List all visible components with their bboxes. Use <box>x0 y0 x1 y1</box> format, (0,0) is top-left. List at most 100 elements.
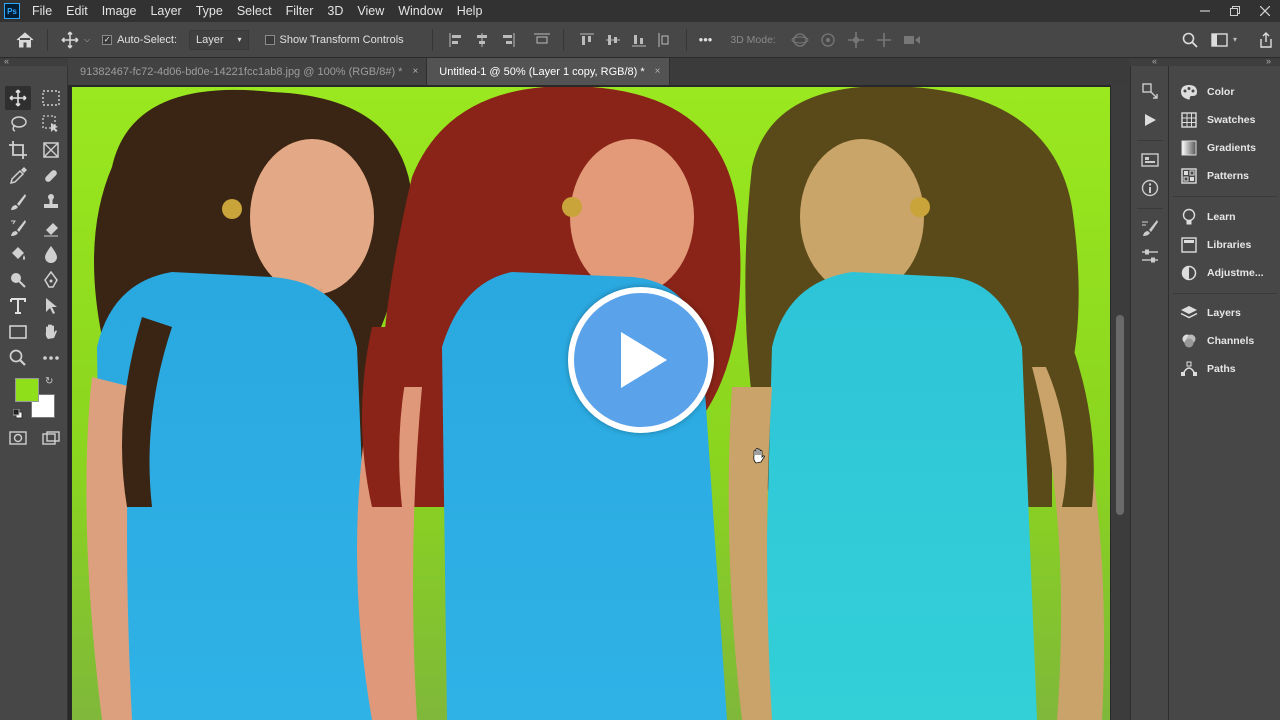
default-colors-icon[interactable] <box>12 406 23 424</box>
menu-filter[interactable]: Filter <box>280 0 322 22</box>
menu-3d[interactable]: 3D <box>321 0 351 22</box>
menu-view[interactable]: View <box>351 0 392 22</box>
healing-brush-tool-icon[interactable] <box>38 164 64 188</box>
path-selection-tool-icon[interactable] <box>38 294 64 318</box>
layers-icon <box>1179 304 1199 322</box>
checkbox-empty-icon[interactable] <box>264 34 275 45</box>
toolbar-collapse-strip[interactable]: « <box>0 56 68 66</box>
panel-adjustments[interactable]: Adjustme... <box>1179 262 1264 284</box>
eraser-tool-icon[interactable] <box>38 216 64 240</box>
checkbox-checked-icon[interactable]: ✓ <box>102 34 113 45</box>
align-middle-icon[interactable] <box>600 29 626 51</box>
panel-label: Adjustme... <box>1207 267 1264 279</box>
paint-bucket-tool-icon[interactable] <box>5 242 31 266</box>
history-brush-tool-icon[interactable] <box>5 216 31 240</box>
history-icon[interactable] <box>1139 80 1161 102</box>
menu-layer[interactable]: Layer <box>144 0 189 22</box>
swap-colors-icon[interactable]: ↻ <box>45 376 53 387</box>
foreground-color-swatch[interactable] <box>15 378 39 402</box>
show-transform-checkbox[interactable]: Show Transform Controls <box>264 34 404 46</box>
scrollbar-thumb[interactable] <box>1116 315 1124 515</box>
divider <box>562 28 564 51</box>
close-icon[interactable]: × <box>655 66 661 77</box>
dodge-tool-icon[interactable] <box>5 268 31 292</box>
share-icon[interactable] <box>1255 29 1277 51</box>
search-icon[interactable] <box>1179 29 1201 51</box>
pen-tool-icon[interactable] <box>38 268 64 292</box>
object-selection-tool-icon[interactable] <box>38 112 64 136</box>
align-left-icon[interactable] <box>443 29 469 51</box>
move-tool-icon[interactable] <box>5 86 31 110</box>
3d-scale-icon[interactable] <box>901 29 923 51</box>
marquee-tool-icon[interactable] <box>38 86 64 110</box>
home-icon[interactable] <box>14 29 36 51</box>
more-options-button[interactable]: ••• <box>699 32 713 47</box>
panel-color[interactable]: Color <box>1179 81 1234 103</box>
chevron-down-icon[interactable]: ⌵ <box>84 35 90 45</box>
menu-window[interactable]: Window <box>392 0 450 22</box>
hand-cursor-icon <box>751 448 765 469</box>
restore-icon[interactable] <box>1220 0 1250 22</box>
frame-tool-icon[interactable] <box>38 138 64 162</box>
menu-file[interactable]: File <box>26 0 60 22</box>
chevron-down-icon[interactable]: ▾ <box>1233 35 1237 44</box>
3d-orbit-icon[interactable] <box>789 29 811 51</box>
align-bottom-icon[interactable] <box>626 29 652 51</box>
video-play-button[interactable] <box>568 287 714 433</box>
type-tool-icon[interactable] <box>5 294 31 318</box>
3d-slide-icon[interactable] <box>873 29 895 51</box>
menu-edit[interactable]: Edit <box>60 0 96 22</box>
distribute-vertical-icon[interactable] <box>652 29 678 51</box>
eyedropper-tool-icon[interactable] <box>5 164 31 188</box>
blur-tool-icon[interactable] <box>38 242 64 266</box>
panel-learn[interactable]: Learn <box>1179 206 1236 228</box>
3d-roll-icon[interactable] <box>817 29 839 51</box>
workspace-icon[interactable] <box>1209 29 1231 51</box>
panel-swatches[interactable]: Swatches <box>1179 109 1255 131</box>
menu-select[interactable]: Select <box>231 0 280 22</box>
distribute-icon[interactable] <box>529 29 555 51</box>
collapse-arrows-icon[interactable]: » <box>1266 56 1271 66</box>
menu-type[interactable]: Type <box>190 0 231 22</box>
move-tool-preset-icon[interactable] <box>59 29 81 51</box>
brush-tool-icon[interactable] <box>5 190 31 214</box>
expand-arrows-icon[interactable]: « <box>1152 56 1157 66</box>
panels-collapse-strip[interactable]: « » <box>1130 56 1280 66</box>
brush-settings-icon[interactable] <box>1139 217 1161 239</box>
panel-paths[interactable]: Paths <box>1179 358 1236 380</box>
panel-channels[interactable]: Channels <box>1179 330 1254 352</box>
properties-icon[interactable] <box>1139 149 1161 171</box>
auto-select-target-dropdown[interactable]: Layer ▾ <box>189 29 249 50</box>
menu-image[interactable]: Image <box>96 0 145 22</box>
vertical-scrollbar[interactable] <box>1111 85 1130 720</box>
align-right-icon[interactable] <box>495 29 521 51</box>
document-tabs: 91382467-fc72-4d06-bd0e-14221fcc1ab8.jpg… <box>68 58 1130 85</box>
close-icon[interactable] <box>1250 0 1280 22</box>
menu-help[interactable]: Help <box>451 0 491 22</box>
panel-libraries[interactable]: Libraries <box>1179 234 1251 256</box>
info-icon[interactable] <box>1139 177 1161 199</box>
crop-tool-icon[interactable] <box>5 138 31 162</box>
rectangle-tool-icon[interactable] <box>5 320 31 344</box>
align-top-icon[interactable] <box>574 29 600 51</box>
screen-mode-icon[interactable] <box>38 426 64 450</box>
clone-stamp-tool-icon[interactable] <box>38 190 64 214</box>
tab-untitled-1[interactable]: Untitled-1 @ 50% (Layer 1 copy, RGB/8) *… <box>427 58 670 85</box>
minimize-icon[interactable] <box>1190 0 1220 22</box>
collapse-arrows-icon[interactable]: « <box>4 56 9 66</box>
lasso-tool-icon[interactable] <box>5 112 31 136</box>
panel-layers[interactable]: Layers <box>1179 302 1241 324</box>
auto-select-checkbox[interactable]: ✓ Auto-Select: <box>102 34 177 46</box>
align-center-icon[interactable] <box>469 29 495 51</box>
hand-tool-icon[interactable] <box>38 320 64 344</box>
3d-pan-icon[interactable] <box>845 29 867 51</box>
quick-mask-icon[interactable] <box>5 426 31 450</box>
actions-play-icon[interactable] <box>1139 109 1161 131</box>
panel-patterns[interactable]: Patterns <box>1179 165 1249 187</box>
more-tools-icon[interactable] <box>38 346 64 370</box>
zoom-tool-icon[interactable] <box>5 346 31 370</box>
adjustments-sliders-icon[interactable] <box>1139 245 1161 267</box>
panel-gradients[interactable]: Gradients <box>1179 137 1256 159</box>
tab-document-jpg[interactable]: 91382467-fc72-4d06-bd0e-14221fcc1ab8.jpg… <box>68 58 428 85</box>
close-icon[interactable]: × <box>412 66 418 77</box>
